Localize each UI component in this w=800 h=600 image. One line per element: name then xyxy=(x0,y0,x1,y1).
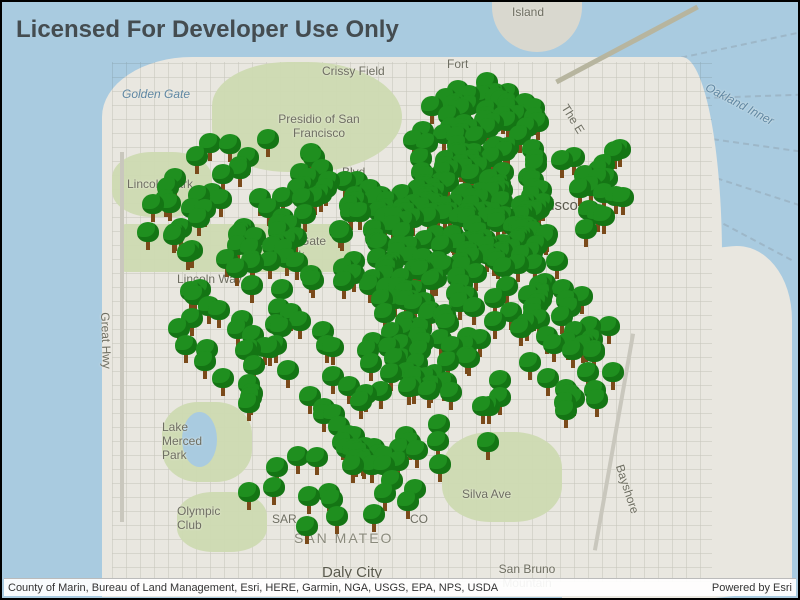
map-view[interactable]: Golden Gate Oakland Inner Island Crissy … xyxy=(2,2,798,598)
road-great-hwy xyxy=(120,152,124,522)
park-presidio xyxy=(212,62,402,172)
attribution-esri: Powered by Esri xyxy=(712,582,792,594)
park-golden-gate xyxy=(120,224,350,272)
park-mclaren xyxy=(442,432,562,522)
park-lincoln xyxy=(112,152,212,217)
lake-merced xyxy=(182,412,217,467)
attribution-sources: County of Marin, Bureau of Land Manageme… xyxy=(8,582,498,594)
park-olympic-club xyxy=(177,492,267,552)
attribution-bar: County of Marin, Bureau of Land Manageme… xyxy=(4,578,796,596)
